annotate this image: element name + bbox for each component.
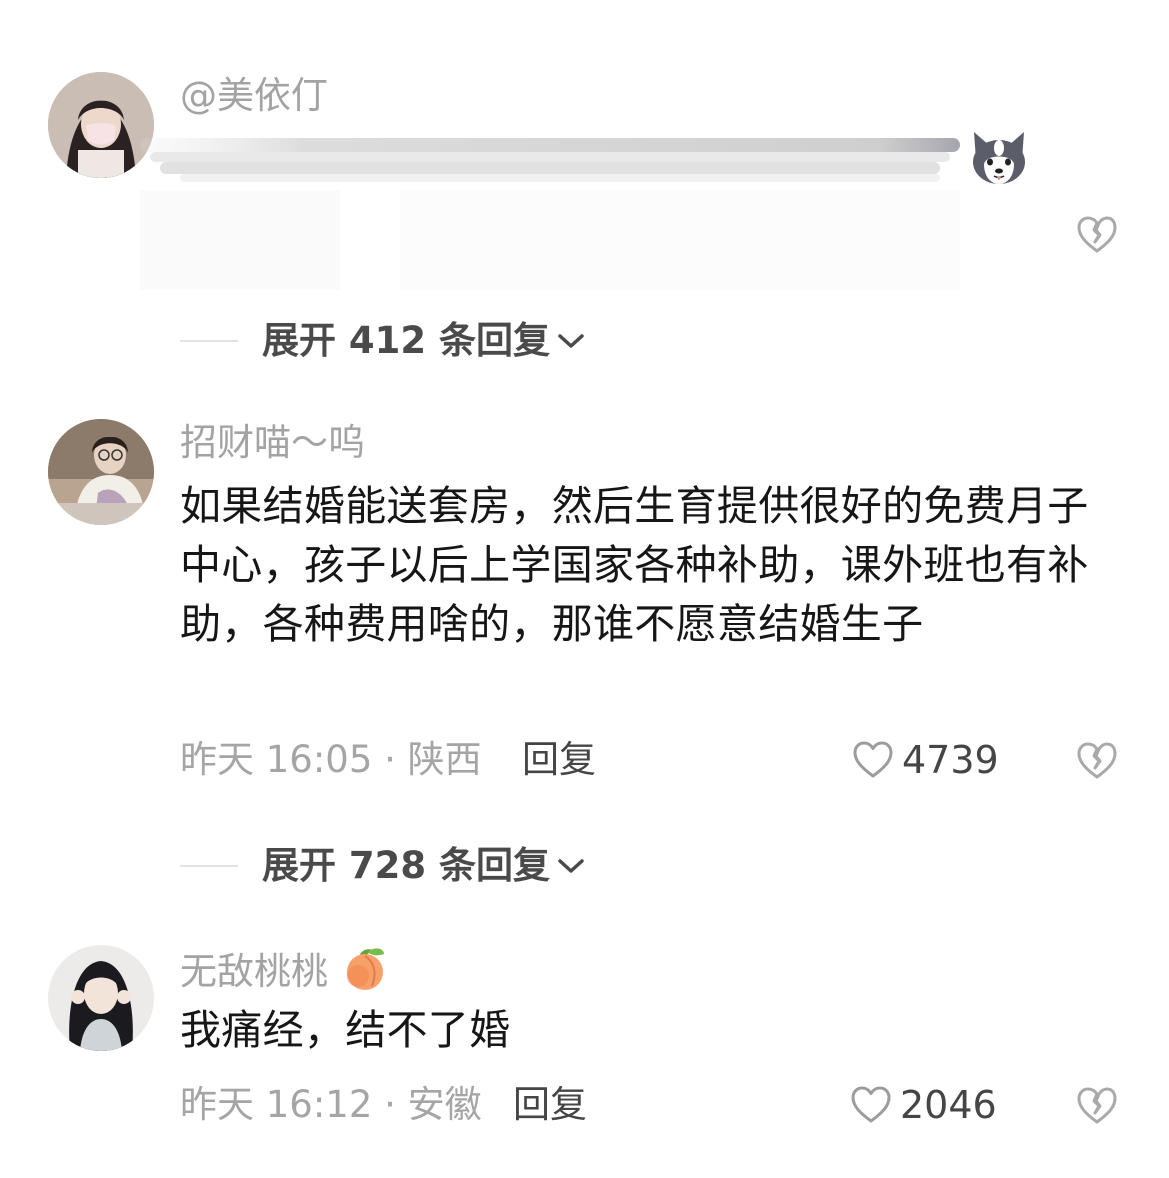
avatar[interactable] <box>48 945 154 1051</box>
peach-emoji-icon <box>346 948 384 990</box>
avatar-girl-heart-hands-icon <box>48 945 154 1051</box>
heart-icon <box>851 1086 891 1123</box>
comment-3: 无敌桃桃 我痛经，结不了婚 昨天 16:12 · 安徽 回复 2046 <box>0 0 1169 1178</box>
reply-button[interactable]: 回复 <box>513 1082 587 1128</box>
like-button[interactable]: 2046 <box>850 1082 997 1128</box>
comment-text: 我痛经，结不了婚 <box>180 1006 511 1054</box>
username-text: 无敌桃桃 <box>180 950 328 993</box>
dislike-icon[interactable] <box>1076 1085 1118 1127</box>
comment-meta: 昨天 16:12 · 安徽 <box>180 1083 482 1126</box>
username[interactable]: 无敌桃桃 <box>180 946 388 995</box>
like-count: 2046 <box>900 1083 997 1127</box>
